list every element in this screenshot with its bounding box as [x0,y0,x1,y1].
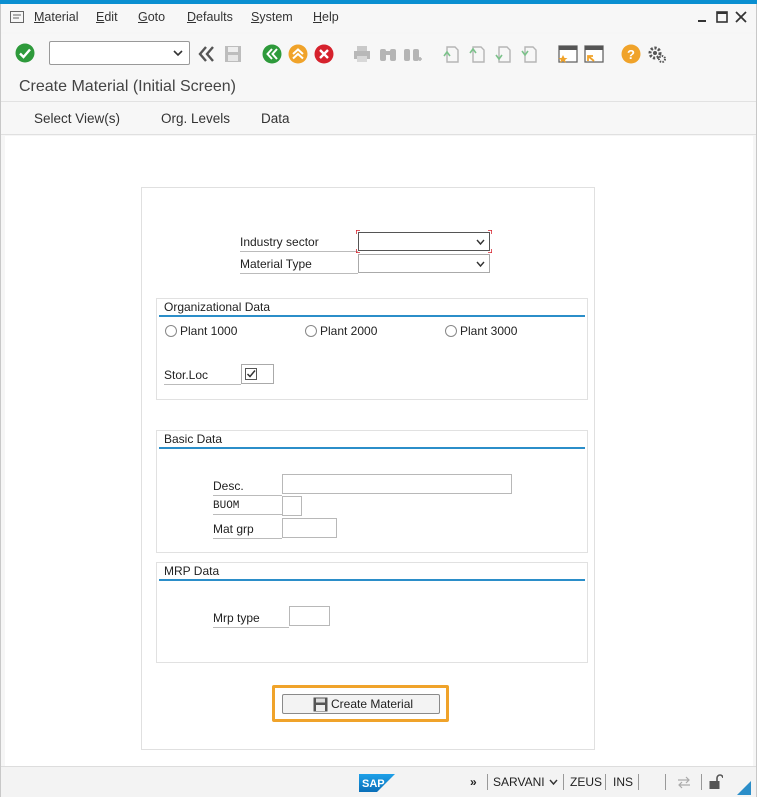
industry-sector-label: Industry sector [240,235,358,252]
mrp-data-group: MRP Data Mrp type [156,562,588,663]
svg-text:?: ? [627,47,635,62]
select-views-button[interactable]: Select View(s) [34,111,120,126]
check-icon[interactable] [15,43,35,63]
resize-grip-icon[interactable] [737,781,751,795]
matgrp-input[interactable] [282,518,337,538]
material-type-label: Material Type [240,257,358,274]
chevron-down-icon[interactable] [476,236,485,248]
industry-sector-dropdown[interactable] [358,232,490,251]
command-field[interactable] [49,41,190,65]
storloc-label: Stor.Loc [164,368,241,385]
next-page-icon[interactable] [493,44,513,64]
data-button[interactable]: Data [261,111,290,126]
prev-page-icon[interactable] [467,44,487,64]
mrptype-label: Mrp type [213,611,289,628]
status-separator [563,774,564,790]
page-title: Create Material (Initial Screen) [19,78,236,95]
exit-icon[interactable] [288,44,308,64]
chevron-down-icon[interactable] [476,258,485,270]
matgrp-label: Mat grp [213,522,282,539]
desc-input[interactable] [282,474,512,494]
status-separator [665,774,666,790]
content-area: Industry sector Material Type Organizati… [5,136,753,766]
close-icon[interactable] [734,10,748,24]
maximize-icon[interactable] [715,10,729,24]
group-divider [159,447,585,449]
group-divider [159,579,585,581]
sap-logo-text: SAP [362,778,385,790]
status-expand-icon[interactable]: » [470,775,477,789]
connection-icon [678,776,690,789]
sap-window: Material Edit Goto Defaults System Help [0,4,757,797]
chevron-down-icon[interactable] [173,46,183,60]
status-separator [638,774,639,790]
basic-data-group: Basic Data Desc. BUOM Mat grp [156,430,588,553]
group-divider [159,315,585,317]
status-separator [701,774,702,790]
settings-icon[interactable] [647,44,667,64]
menu-icon[interactable] [10,11,24,23]
menu-help[interactable]: Help [313,10,339,24]
form-panel: Industry sector Material Type Organizati… [141,187,595,750]
status-separator [487,774,488,790]
menu-defaults[interactable]: Defaults [187,10,233,24]
organizational-data-title: Organizational Data [164,300,271,314]
menu-bar: Material Edit Goto Defaults System Help [1,4,756,32]
storloc-checkbox-field[interactable] [241,364,274,384]
find-next-icon[interactable] [403,44,423,64]
back-icon[interactable] [197,44,217,64]
help-icon[interactable]: ? [621,44,641,64]
plant-3000-radio[interactable] [445,325,457,337]
menu-goto[interactable]: Goto [138,10,165,24]
status-user: SARVANI [493,775,545,789]
status-bar: SAP » SARVANI ZEUS INS [1,766,756,797]
checkbox-checked-icon[interactable] [245,368,257,380]
title-bar: Create Material (Initial Screen) [1,72,756,102]
create-material-button[interactable]: Create Material [282,694,440,714]
mrp-data-title: MRP Data [164,564,220,578]
menu-material[interactable]: Material [34,10,78,24]
buom-input[interactable] [282,496,302,516]
back-green-icon[interactable] [262,44,282,64]
plant-2000-radio[interactable] [305,325,317,337]
plant-3000-label: Plant 3000 [460,324,518,338]
org-levels-button[interactable]: Org. Levels [161,111,230,126]
menu-edit[interactable]: Edit [96,10,118,24]
plant-2000-label: Plant 2000 [320,324,378,338]
first-page-icon[interactable] [441,44,461,64]
save-icon[interactable] [223,44,243,64]
save-icon [313,697,328,712]
unlock-icon[interactable] [709,774,723,790]
print-icon[interactable] [352,44,372,64]
system-toolbar: ? [1,34,756,72]
sap-logo: SAP [359,774,395,792]
required-marker [356,230,360,234]
status-separator [605,774,606,790]
organizational-data-group: Organizational Data Plant 1000 Plant 200… [156,298,588,400]
minimize-icon[interactable] [695,10,709,24]
shortcut-icon[interactable] [584,44,604,64]
required-marker [488,249,492,253]
plant-1000-radio[interactable] [165,325,177,337]
basic-data-title: Basic Data [164,432,223,446]
status-mode: INS [613,775,634,789]
find-icon[interactable] [378,44,398,64]
cancel-icon[interactable] [314,44,334,64]
last-page-icon[interactable] [519,44,539,64]
required-marker [356,249,360,253]
material-type-dropdown[interactable] [358,254,490,273]
application-toolbar: Select View(s) Org. Levels Data [1,102,756,135]
new-session-icon[interactable] [558,44,578,64]
desc-label: Desc. [213,479,282,496]
create-material-highlight: Create Material [272,685,449,722]
menu-system[interactable]: System [251,10,293,24]
required-marker [488,230,492,234]
plant-1000-label: Plant 1000 [180,324,238,338]
create-material-label: Create Material [331,697,414,711]
status-server: ZEUS [570,775,603,789]
mrptype-input[interactable] [289,606,330,626]
chevron-down-icon[interactable] [549,778,558,786]
buom-label: BUOM [213,500,282,515]
